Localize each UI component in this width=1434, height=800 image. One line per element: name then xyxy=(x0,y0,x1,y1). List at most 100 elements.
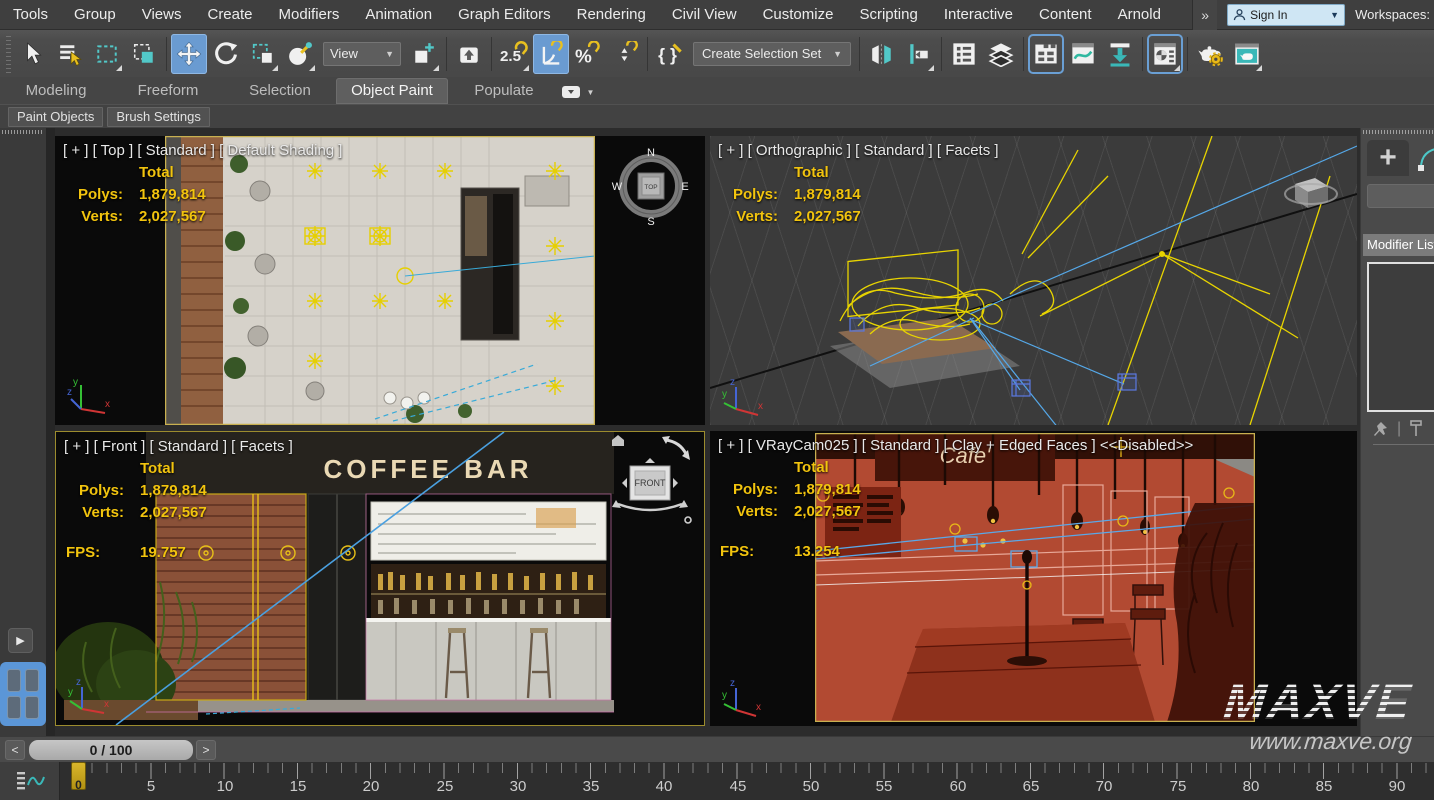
toolbar-grip[interactable] xyxy=(6,35,11,73)
mirror-button[interactable] xyxy=(864,34,900,74)
workspaces-label[interactable]: Workspaces: xyxy=(1355,7,1434,22)
viewport-layout-tab-button[interactable] xyxy=(0,662,46,726)
menu-civil-view[interactable]: Civil View xyxy=(659,0,750,30)
viewport-camera-label[interactable]: [ + ] [ VRayCam025 ] [ Standard ] [ Clay… xyxy=(718,437,1193,454)
menu-arnold[interactable]: Arnold xyxy=(1105,0,1174,30)
object-name-field[interactable] xyxy=(1367,184,1434,208)
rectangular-selection-region-button[interactable] xyxy=(89,34,125,74)
viewport-top-label[interactable]: [ + ] [ Top ] [ Standard ] [ Default Sha… xyxy=(63,142,342,159)
menu-customize[interactable]: Customize xyxy=(750,0,847,30)
ribbon-tab-freeform[interactable]: Freeform xyxy=(112,78,224,104)
material-editor-button[interactable] xyxy=(1147,34,1183,74)
mirror-icon xyxy=(870,42,894,66)
ribbon-tab-modeling[interactable]: Modeling xyxy=(0,78,112,104)
menu-bar: Tools Group Views Create Modifiers Anima… xyxy=(0,0,1434,30)
ribbon-display-dropdown[interactable]: ▼ xyxy=(560,82,596,102)
graphite-ribbon-toggle-button[interactable] xyxy=(1028,34,1064,74)
menu-create[interactable]: Create xyxy=(194,0,265,30)
menu-modifiers[interactable]: Modifiers xyxy=(266,0,353,30)
menu-animation[interactable]: Animation xyxy=(352,0,445,30)
toolbar-separator xyxy=(647,37,648,71)
viewport-orthographic[interactable]: [ + ] [ Orthographic ] [ Standard ] [ Fa… xyxy=(710,136,1357,425)
select-by-name-icon xyxy=(58,42,82,66)
tab-create[interactable]: + xyxy=(1367,140,1409,176)
viewcube-front[interactable]: FRONT xyxy=(604,434,696,526)
viewport-camera-stats: Total Polys:1,879,814 Verts:2,027,567 xyxy=(720,459,861,520)
svg-text:FRONT: FRONT xyxy=(635,478,666,488)
window-crossing-button[interactable] xyxy=(126,34,162,74)
snap-toggle-button[interactable]: 2.5 xyxy=(496,34,532,74)
viewport-camera[interactable]: Cafe' xyxy=(710,431,1357,726)
align-icon xyxy=(907,42,931,66)
angle-snap-toggle-button[interactable] xyxy=(533,34,569,74)
modifier-list-dropdown[interactable]: Modifier List xyxy=(1363,234,1434,256)
ribbon-panel-bar: Paint Objects Brush Settings xyxy=(0,104,1434,128)
viewport-front[interactable]: COFFEE BAR xyxy=(55,431,705,726)
edit-named-selection-sets-button[interactable]: { } xyxy=(652,34,688,74)
spinner-snap-icon xyxy=(612,41,638,67)
schematic-view-button[interactable] xyxy=(1102,34,1138,74)
select-and-move-button[interactable] xyxy=(171,34,207,74)
viewcube-compass[interactable]: TOP N E S W xyxy=(611,146,691,226)
viewport-top[interactable]: [ + ] [ Top ] [ Standard ] [ Default Sha… xyxy=(55,136,705,425)
menu-scripting[interactable]: Scripting xyxy=(846,0,930,30)
modifier-stack[interactable] xyxy=(1367,262,1434,412)
select-and-rotate-button[interactable] xyxy=(208,34,244,74)
toggle-layer-explorer-button[interactable] xyxy=(983,34,1019,74)
menu-interactive[interactable]: Interactive xyxy=(931,0,1026,30)
timeline-ruler[interactable]: 0 5 10 15 20 25 30 35 40 45 50 55 60 65 … xyxy=(60,762,1434,800)
tick-label: 55 xyxy=(869,778,899,795)
pin-stack-icon[interactable] xyxy=(1371,420,1389,438)
time-slider-handle[interactable]: 0 / 100 xyxy=(29,740,193,760)
align-button[interactable] xyxy=(901,34,937,74)
use-pivot-point-button[interactable] xyxy=(406,34,442,74)
axis-tripod: z x y xyxy=(722,676,768,720)
menu-views[interactable]: Views xyxy=(129,0,195,30)
ribbon-tab-populate[interactable]: Populate xyxy=(448,78,560,104)
select-and-scale-button[interactable] xyxy=(245,34,281,74)
toolbar-separator xyxy=(1142,37,1143,71)
rendered-frame-icon xyxy=(1233,40,1261,68)
next-frame-button[interactable]: > xyxy=(196,740,216,760)
select-by-name-button[interactable] xyxy=(52,34,88,74)
panel-paint-objects[interactable]: Paint Objects xyxy=(8,107,103,127)
menu-overflow-chevron[interactable]: » xyxy=(1192,0,1217,30)
toggle-scene-explorer-button[interactable] xyxy=(946,34,982,74)
sign-in-dropdown[interactable]: Sign In ▼ xyxy=(1227,4,1345,26)
select-object-button[interactable] xyxy=(15,34,51,74)
current-frame-marker[interactable]: 0 xyxy=(71,762,86,790)
rendered-frame-window-button[interactable] xyxy=(1229,34,1265,74)
expand-panel-button[interactable]: ▶ xyxy=(8,628,33,653)
tick-label: 45 xyxy=(723,778,753,795)
named-selection-set-dropdown[interactable]: Create Selection Set ▼ xyxy=(693,42,851,66)
panel-brush-settings[interactable]: Brush Settings xyxy=(107,107,210,127)
dock-grip[interactable] xyxy=(2,130,44,134)
menu-content[interactable]: Content xyxy=(1026,0,1105,30)
tab-modify[interactable] xyxy=(1417,142,1434,174)
previous-frame-button[interactable]: < xyxy=(5,740,25,760)
mini-curve-editor-button[interactable] xyxy=(0,762,60,800)
reference-coordinate-dropdown[interactable]: View ▼ xyxy=(323,42,401,66)
percent-snap-toggle-button[interactable]: % xyxy=(570,34,606,74)
menu-graph-editors[interactable]: Graph Editors xyxy=(445,0,564,30)
select-and-place-button[interactable] xyxy=(282,34,318,74)
viewport-front-stats: Total Polys:1,879,814 Verts:2,027,567 xyxy=(66,460,207,521)
ribbon-tab-selection[interactable]: Selection xyxy=(224,78,336,104)
viewport-top-stats: Total Polys:1,879,814 Verts:2,027,567 xyxy=(65,164,206,225)
select-and-manipulate-button[interactable] xyxy=(451,34,487,74)
select-place-icon xyxy=(287,41,313,67)
menu-group[interactable]: Group xyxy=(61,0,129,30)
spinner-snap-toggle-button[interactable] xyxy=(607,34,643,74)
menu-tools[interactable]: Tools xyxy=(0,0,61,30)
viewport-front-label[interactable]: [ + ] [ Front ] [ Standard ] [ Facets ] xyxy=(64,438,293,455)
svg-text:z: z xyxy=(730,678,735,689)
window-crossing-icon xyxy=(132,42,156,66)
named-selection-set-value: Create Selection Set xyxy=(702,46,821,61)
curve-editor-button[interactable] xyxy=(1065,34,1101,74)
viewport-orthographic-label[interactable]: [ + ] [ Orthographic ] [ Standard ] [ Fa… xyxy=(718,142,999,159)
show-end-result-icon[interactable] xyxy=(1409,420,1423,438)
render-setup-button[interactable] xyxy=(1192,34,1228,74)
command-panel-grip[interactable] xyxy=(1363,130,1433,134)
menu-rendering[interactable]: Rendering xyxy=(564,0,659,30)
ribbon-tab-object-paint[interactable]: Object Paint xyxy=(336,78,448,104)
